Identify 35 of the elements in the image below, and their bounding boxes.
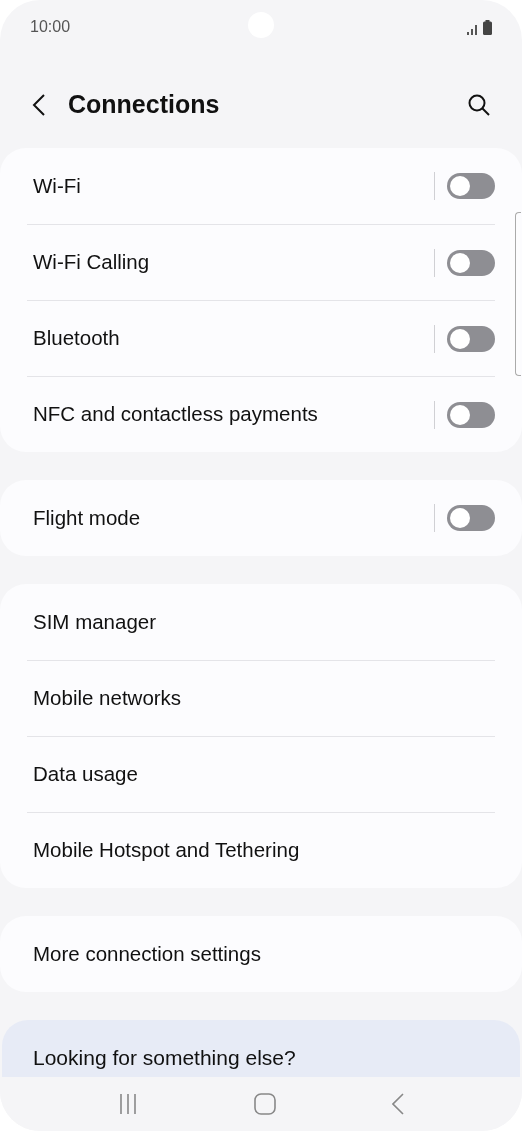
search-icon[interactable] [468,94,490,116]
settings-row[interactable]: Wi-Fi [27,148,495,224]
settings-row[interactable]: Flight mode [27,480,495,556]
toggle-switch[interactable] [447,401,495,428]
home-icon[interactable] [254,1093,276,1115]
back-nav-icon[interactable] [392,1093,404,1115]
toggle-switch[interactable] [447,505,495,531]
settings-row[interactable]: Bluetooth [27,300,495,376]
toggle-switch[interactable] [447,325,495,352]
settings-row[interactable]: NFC and contactless payments [27,376,495,452]
row-label: Mobile networks [32,685,182,712]
settings-row[interactable]: Mobile Hotspot and Tethering [27,812,495,888]
row-label: Wi-Fi [32,172,81,199]
toggle-switch[interactable] [447,173,495,199]
settings-row[interactable]: SIM manager [27,584,495,660]
settings-row[interactable]: Data usage [27,736,495,812]
settings-row[interactable]: Wi-Fi Calling [27,224,495,300]
row-label: Bluetooth [32,325,120,352]
row-label: Flight mode [32,504,141,531]
row-label: NFC and contactless payments [32,401,318,428]
row-label: Mobile Hotspot and Tethering [32,837,300,864]
row-label: Data usage [32,761,138,788]
settings-row[interactable]: More connection settings [27,916,495,992]
row-label: Wi-Fi Calling [32,249,150,276]
suggestion-title: Looking for something else? [33,1046,297,1070]
recent-apps-icon[interactable] [118,1093,138,1115]
page-title: Connections [68,89,220,121]
battery-icon [483,19,492,35]
toggle-switch[interactable] [447,249,495,276]
row-label: SIM manager [32,608,157,635]
settings-row[interactable]: Mobile networks [27,660,495,736]
back-icon[interactable] [32,93,46,117]
status-time: 10:00 [30,17,71,37]
signal-icon [467,23,479,35]
row-label: More connection settings [32,940,261,967]
